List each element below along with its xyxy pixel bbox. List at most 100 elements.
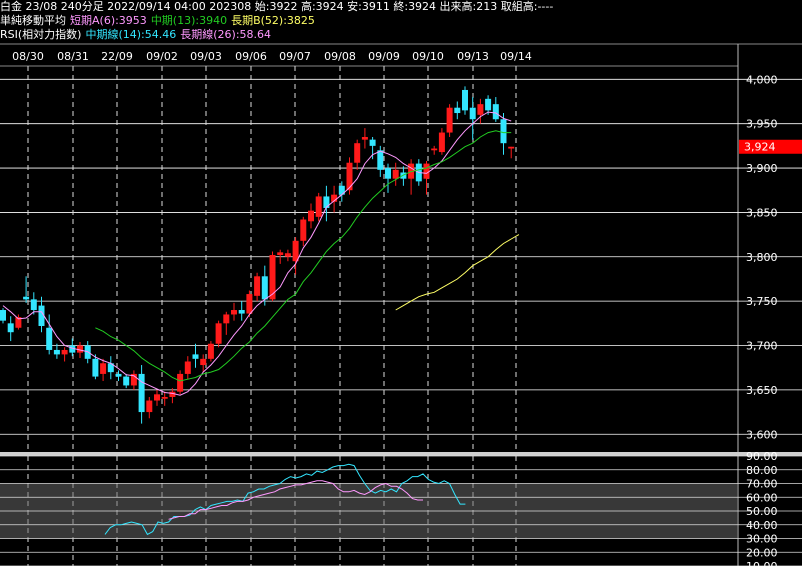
candle-body [300, 219, 307, 241]
candle [408, 159, 415, 195]
candle [154, 389, 160, 406]
candle-body [323, 196, 330, 208]
candle [100, 358, 107, 382]
date-label: 22/09 [101, 50, 133, 63]
candle [492, 97, 499, 122]
rsi-tick-label: 50.00 [746, 505, 778, 518]
candle [462, 86, 468, 115]
candle [300, 216, 307, 247]
candle-body [454, 107, 461, 114]
date-label: 09/13 [457, 50, 489, 63]
candle-body [177, 373, 184, 392]
candle [207, 341, 214, 362]
rsi-tick-label: 40.00 [746, 519, 778, 532]
date-label: 08/30 [12, 50, 44, 63]
candle [231, 302, 237, 321]
candle-body [508, 146, 515, 149]
candle [446, 104, 453, 137]
candle-body [92, 358, 99, 377]
rsi-tick-label: 60.00 [746, 491, 778, 504]
candle [508, 146, 515, 159]
candle-body [308, 210, 314, 222]
rsi-tick-label: 70.00 [746, 478, 778, 491]
candle [107, 356, 114, 380]
candle-body [0, 310, 6, 321]
candle-body [231, 310, 237, 315]
candle [315, 192, 322, 222]
candle-body [446, 107, 453, 133]
candle [215, 320, 222, 348]
candle-body [315, 196, 322, 217]
candle [377, 145, 384, 177]
date-label: 09/02 [146, 50, 178, 63]
ma-short-line [2, 111, 512, 396]
candle-body [469, 107, 476, 120]
candle-body [192, 354, 199, 359]
candle [292, 237, 299, 275]
date-label: 08/31 [57, 50, 89, 63]
candle [308, 203, 314, 229]
candle-body [61, 349, 68, 355]
candle [30, 292, 37, 315]
candle-body [423, 163, 430, 179]
candle-body [154, 394, 160, 401]
candle [423, 160, 430, 195]
candle-body [385, 168, 391, 179]
price-chart[interactable]: 4,000 3,950 3,900 3,850 3,800 3,750 3,700 3,650… [0, 0, 802, 566]
price-tick-label: 3,900 [746, 162, 778, 175]
rsi-tick-label: 80.00 [746, 464, 778, 477]
candle [169, 388, 176, 404]
candle [0, 308, 6, 324]
candle-body [462, 89, 468, 111]
candle-body [369, 139, 376, 146]
candle-body [215, 323, 222, 344]
candle [177, 370, 184, 395]
candle [254, 272, 261, 302]
candle-body [361, 136, 368, 140]
candle [246, 290, 253, 318]
date-label: 09/09 [368, 50, 400, 63]
candle [438, 128, 445, 155]
candle [184, 356, 191, 380]
date-label: 09/03 [190, 50, 222, 63]
rsi-tick-label: 30.00 [746, 533, 778, 546]
date-label: 09/06 [235, 50, 267, 63]
date-label: 09/14 [500, 50, 532, 63]
price-tick-label: 4,000 [746, 73, 778, 86]
candle [361, 128, 368, 149]
candle-body [346, 162, 353, 191]
candle-body [438, 132, 445, 153]
candle [200, 354, 207, 373]
candle [115, 370, 122, 382]
candle [454, 101, 461, 120]
candle-body [123, 376, 130, 386]
rsi-tick-label: 10.00 [746, 560, 778, 566]
rsi-tick-label: 90.00 [746, 450, 778, 463]
candle [7, 316, 14, 342]
candle [477, 98, 484, 124]
candle [284, 249, 291, 262]
price-tick-label: 3,750 [746, 295, 778, 308]
price-tick-label: 3,950 [746, 118, 778, 131]
pane-divider [0, 452, 802, 456]
candle-body [284, 253, 291, 257]
candle-body [477, 104, 484, 115]
candle-body [146, 400, 153, 413]
candle-body [292, 240, 299, 262]
candle [223, 311, 230, 335]
candle-body [207, 343, 214, 359]
candle [23, 276, 30, 303]
candle [469, 97, 476, 140]
candle-body [200, 358, 207, 366]
candle [146, 396, 153, 419]
candle-body [223, 314, 230, 324]
candle-body [254, 276, 261, 296]
candle-body [492, 104, 499, 120]
price-tick-label: 3,650 [746, 384, 778, 397]
candle-body [354, 143, 361, 163]
candle-body [23, 296, 30, 300]
candle-body [277, 252, 284, 256]
candle-body [115, 373, 122, 377]
candle-body [392, 169, 399, 179]
rsi-tick-label: 20.00 [746, 546, 778, 559]
